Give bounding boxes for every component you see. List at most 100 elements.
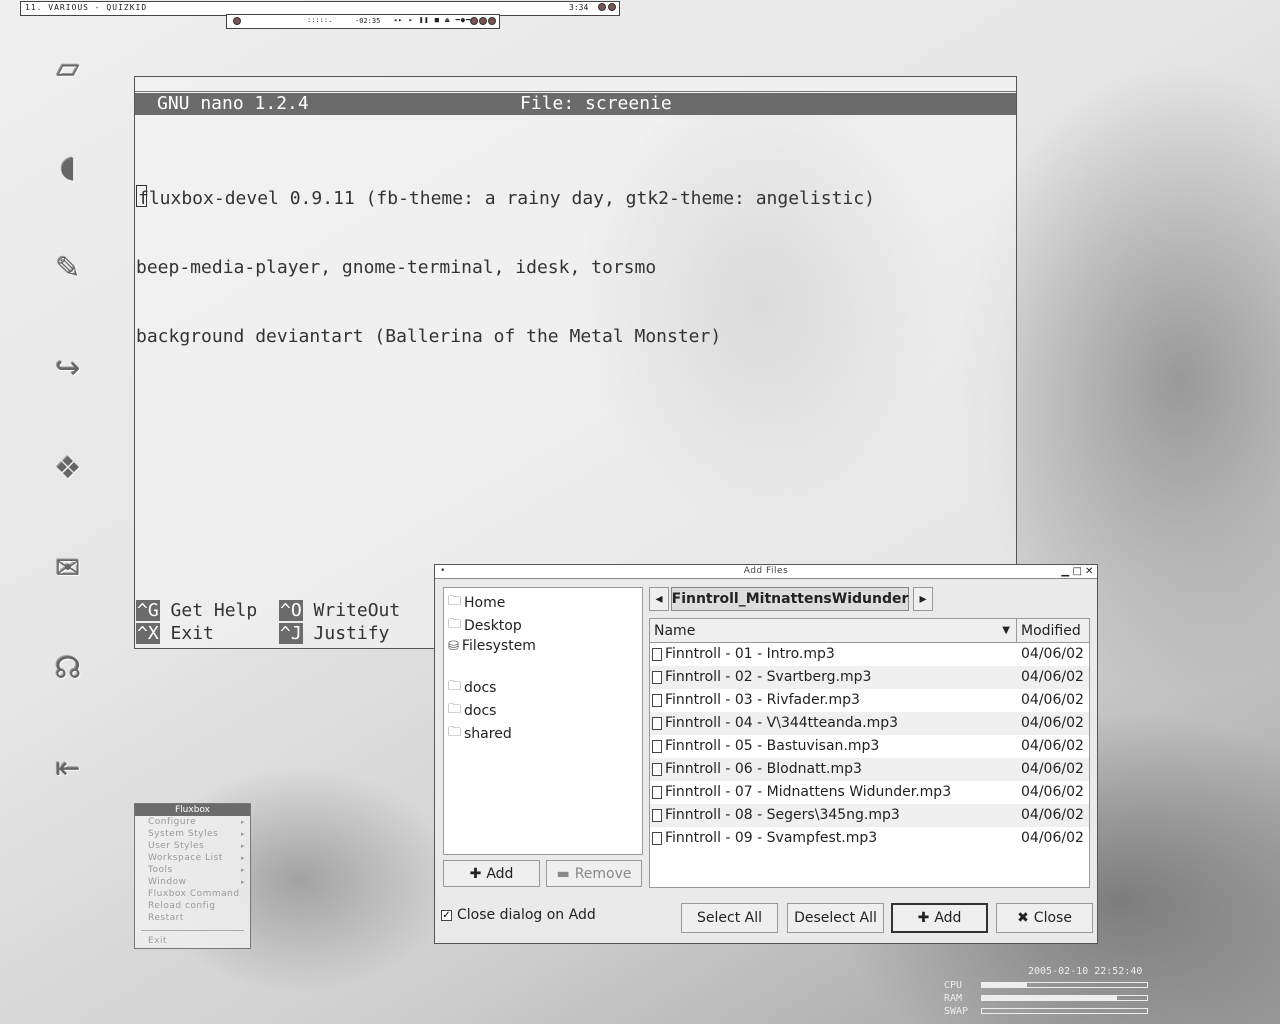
track-title: 11. VARIOUS - QUIZKID [25,3,148,12]
folder-icon: 🗀 [448,725,462,740]
file-row[interactable]: Finntroll - 04 - V\344tteanda.mp3 04/06/0… [650,712,1089,735]
file-icon [652,670,662,684]
player-menu-dot-icon[interactable] [233,17,241,25]
file-row[interactable]: Finntroll - 06 - Blodnatt.mp3 04/06/02 [650,758,1089,781]
minus-icon: ▬ [556,865,570,882]
player-shade-dot-icon[interactable] [470,17,478,25]
arrow-right-icon: ▸ [919,591,927,607]
submenu-arrow-icon: ▸ [240,854,245,862]
nano-version: GNU nano 1.2.4 [157,93,309,114]
shortcut-justify[interactable]: ^J Justify [279,622,389,645]
logout-desktop-icon[interactable]: ⇤ [48,748,88,788]
file-row[interactable]: Finntroll - 05 - Bastuvisan.mp3 04/06/02 [650,735,1089,758]
remove-bookmark-button[interactable]: ▬ Remove [546,860,642,887]
menu-separator [141,930,244,931]
menu-item-user-styles[interactable]: User Styles ▸ [135,840,250,852]
close-dot-icon[interactable] [608,3,616,11]
column-header-name[interactable]: Name ▼ [650,619,1017,643]
path-crumb-button[interactable]: Finntroll_MitnattensWidunder [671,587,909,611]
path-back-button[interactable]: ◂ [649,587,669,611]
menu-item-tools[interactable]: Tools ▸ [135,864,250,876]
add-bookmark-button[interactable]: ✚ Add [443,860,540,887]
media-player-bar: :::::. -02:35 ◂▸ ▸ ❚❚ ■ ⏏ ━●━ [226,14,500,29]
track-time: 3:34 [569,3,589,12]
mail-desktop-icon[interactable]: ✉ [48,548,88,588]
file-icon [652,716,662,730]
menu-item-fluxbox-command[interactable]: Fluxbox Command [135,888,250,900]
select-all-button[interactable]: Select All [681,903,778,933]
bookmark-docs-2[interactable]: 🗀 docs [448,700,496,722]
column-header-modified[interactable]: Modified [1017,619,1089,643]
file-row[interactable]: Finntroll - 01 - Intro.mp3 04/06/02 [650,643,1089,666]
menu-item-system-styles[interactable]: System Styles ▸ [135,828,250,840]
file-row[interactable]: Finntroll - 03 - Rivfader.mp3 04/06/02 [650,689,1089,712]
menu-item-workspace-list[interactable]: Workspace List ▸ [135,852,250,864]
dialog-titlebar[interactable]: • Add Files ▁ □ ✕ [435,565,1097,579]
close-on-add-label: Close dialog on Add [457,907,596,923]
close-icon[interactable]: ✕ [1084,565,1095,578]
speaker-desktop-icon[interactable]: ◖ [48,147,88,187]
text-line: background deviantart (Ballerina of the … [136,326,722,347]
sort-down-icon: ▼ [1002,625,1010,636]
close-button[interactable]: ✖ Close [996,903,1093,933]
submenu-arrow-icon: ▸ [240,866,245,874]
player-controls[interactable]: ◂▸ ▸ ❚❚ ■ ⏏ ━●━ [393,16,471,24]
add-files-dialog: • Add Files ▁ □ ✕ 🗀 Home 🗀 Desktop ⛁ Filesy… [434,564,1098,944]
terminal-titlebar[interactable] [135,77,1016,92]
maximize-icon[interactable]: □ [1072,565,1083,578]
submenu-arrow-icon: ▸ [240,842,245,850]
submenu-arrow-icon: ▸ [240,878,245,886]
text-line: fluxbox-devel 0.9.11 (fb-theme: a rainy … [136,185,875,210]
home-desktop-icon[interactable]: ▱ [48,48,88,88]
shortcut-writeout[interactable]: ^O WriteOut [279,599,400,622]
file-row[interactable]: Finntroll - 07 - Midnattens Widunder.mp3… [650,781,1089,804]
file-list: Name ▼ Modified Finntroll - 01 - Intro.m… [649,618,1090,888]
player-close-dot-icon[interactable] [488,17,496,25]
shortcut-get-help[interactable]: ^G Get Help [136,599,257,622]
deselect-all-button[interactable]: Deselect All [787,903,884,933]
nano-file-label: File: screenie [520,93,672,114]
place-home[interactable]: 🗀 Home [448,592,505,614]
place-desktop[interactable]: 🗀 Desktop [448,615,522,637]
fluxbox-menu-title: Fluxbox [135,804,250,816]
dialog-title: Add Files [743,566,789,576]
close-on-add-checkbox[interactable]: ✓ [441,910,452,921]
bookmark-docs[interactable]: 🗀 docs [448,677,496,699]
window-menu-icon[interactable]: • [440,565,446,578]
nano-text-area[interactable]: fluxbox-devel 0.9.11 (fb-theme: a rainy … [136,139,875,394]
minimize-dot-icon[interactable] [598,3,606,11]
file-icon [652,762,662,776]
blocks-desktop-icon[interactable]: ❖ [48,448,88,488]
file-icon [652,739,662,753]
add-files-button[interactable]: ✚ Add [891,903,988,933]
menu-item-restart[interactable]: Restart [135,912,250,924]
swap-meter: SWAP [944,1006,1154,1017]
cpu-fill [982,983,1027,987]
place-filesystem[interactable]: ⛁ Filesystem [448,638,536,654]
menu-item-configure[interactable]: Configure ▸ [135,816,250,828]
file-icon [652,647,662,661]
menu-item-reload-config[interactable]: Reload config [135,900,250,912]
menu-item-window[interactable]: Window ▸ [135,876,250,888]
player-min-dot-icon[interactable] [479,17,487,25]
editor-desktop-icon[interactable]: ✎ [48,248,88,288]
shortcut-exit[interactable]: ^X Exit [136,622,214,645]
hook-desktop-icon[interactable]: ↪ [48,348,88,388]
nano-title-bar: GNU nano 1.2.4 File: screenie [135,93,1016,115]
file-icon [652,785,662,799]
folder-icon: 🗀 [448,679,462,694]
fluxbox-menu: Fluxbox Configure ▸ System Styles ▸ User S… [134,803,251,949]
chat-desktop-icon[interactable]: ☊ [48,648,88,688]
path-forward-button[interactable]: ▸ [913,587,933,611]
file-row[interactable]: Finntroll - 02 - Svartberg.mp3 04/06/02 [650,666,1089,689]
submenu-arrow-icon: ▸ [240,818,245,826]
menu-item-exit[interactable]: Exit [135,935,250,947]
bookmark-shared[interactable]: 🗀 shared [448,723,512,745]
minimize-icon[interactable]: ▁ [1060,565,1071,578]
monitor-datetime: 2005-02-10 22:52:40 [1028,966,1143,977]
close-icon: ✖ [1017,910,1029,926]
ram-fill [982,996,1118,1000]
places-sidebar: 🗀 Home 🗀 Desktop ⛁ Filesystem 🗀 docs 🗀 docs 🗀… [443,587,643,855]
file-row[interactable]: Finntroll - 09 - Svampfest.mp3 04/06/02 [650,827,1089,850]
file-row[interactable]: Finntroll - 08 - Segers\345ng.mp3 04/06/0… [650,804,1089,827]
